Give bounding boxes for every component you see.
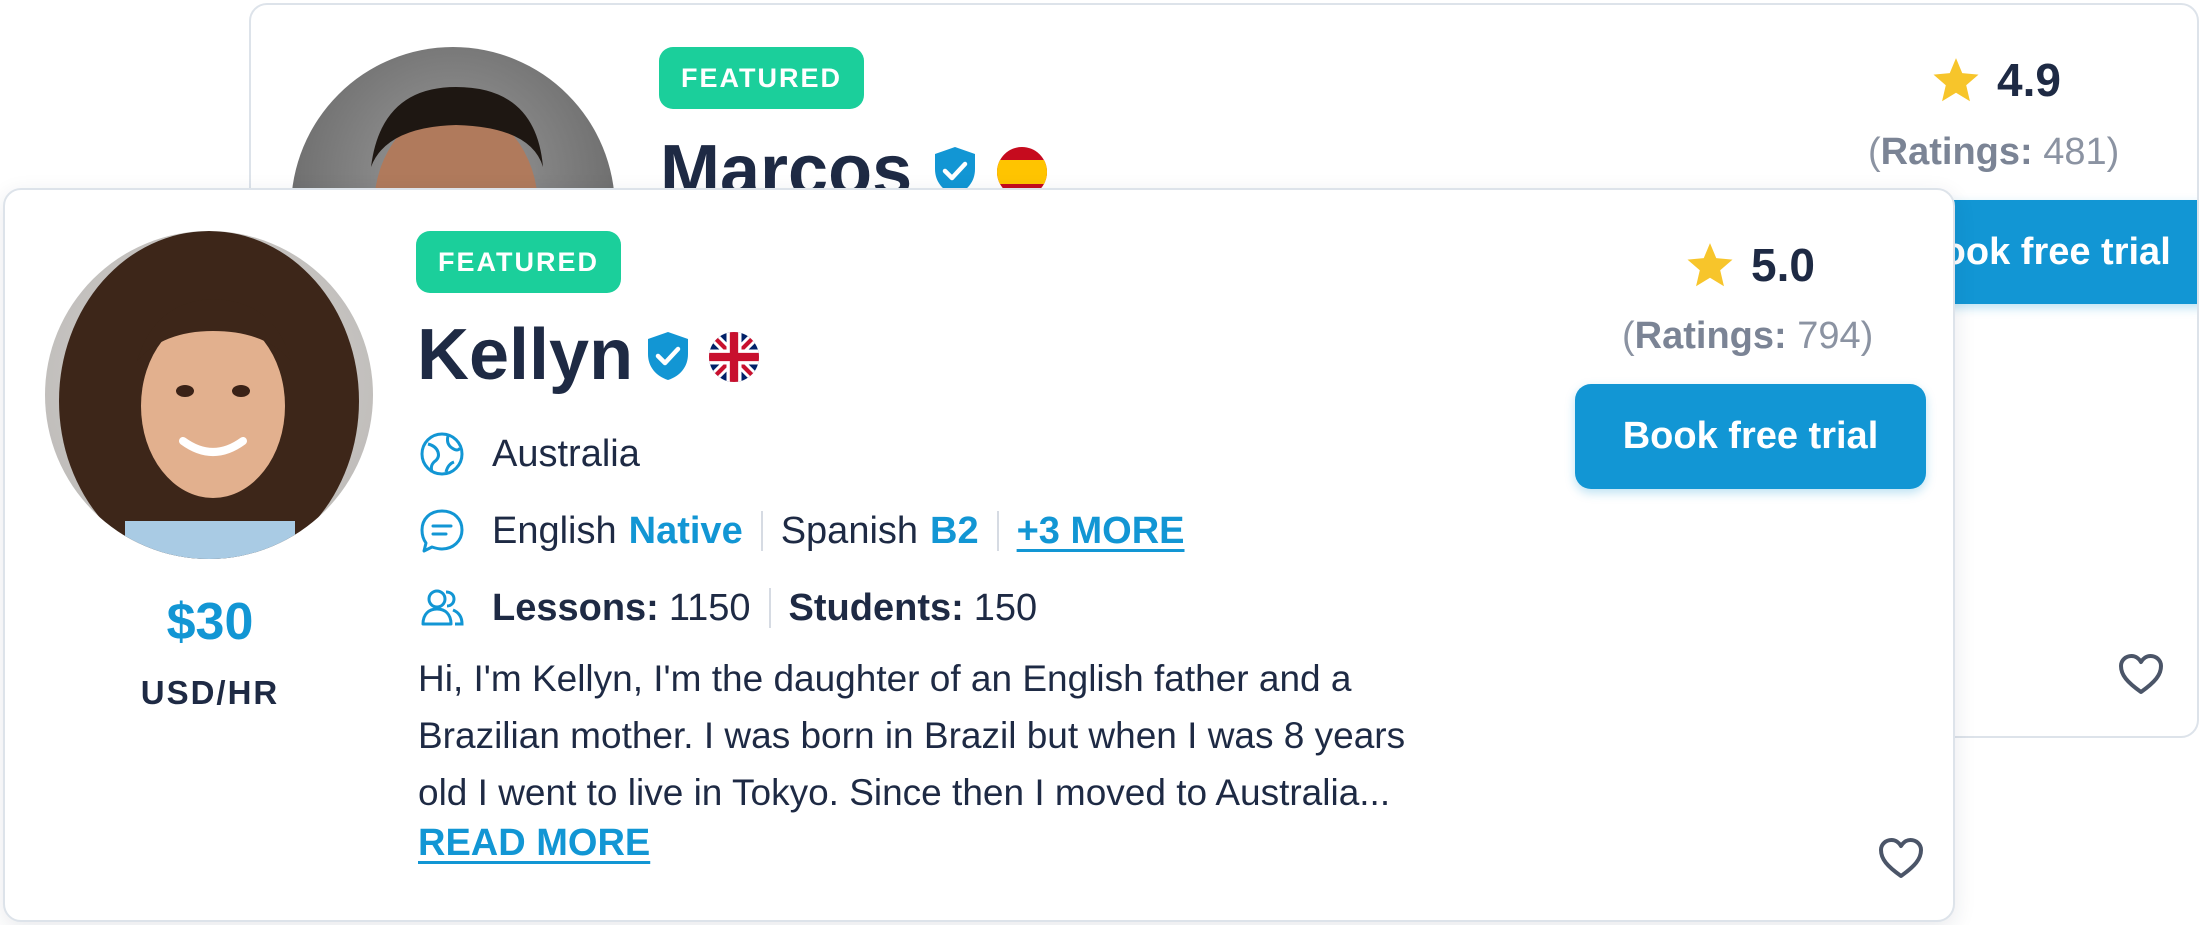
language-name-1: English [492,509,617,552]
ratings-number: 794 [1797,315,1861,357]
ratings-number: 481 [2043,131,2107,173]
students-label: Students: [788,586,964,629]
rating-value: 5.0 [1751,239,1815,291]
lessons-value: 1150 [668,586,751,629]
language-level-2: B2 [930,509,979,552]
lessons-label: Lessons: [492,586,659,629]
rating-value: 4.9 [1997,54,2061,106]
favorite-heart-icon[interactable] [2117,652,2165,696]
star-icon [1687,243,1733,287]
ratings-count: (Ratings: 481) [1868,131,2120,173]
language-name-2: Spanish [780,509,919,552]
tutor-name[interactable]: Kellyn [417,319,633,391]
avatar-kellyn[interactable] [45,231,373,559]
location-row: Australia [418,426,640,482]
stage: FEATURED Marcos 4.9 (Ratings: 481) Book … [0,0,2201,925]
divider [760,511,763,551]
bio-line: old I went to live in Tokyo. Since then … [418,772,1391,813]
star-icon [1933,58,1979,102]
bio-line: Brazilian mother. I was born in Brazil b… [418,715,1406,756]
chat-bubble-icon [418,507,466,555]
verified-icon [648,332,688,380]
bio-line: Hi, I'm Kellyn, I'm the daughter of an E… [418,658,1352,699]
rating: 4.9 [1931,53,2061,107]
tutor-card-kellyn[interactable]: $30 USD/HR FEATURED Kellyn Australia Eng… [3,188,1955,922]
tutor-bio: Hi, I'm Kellyn, I'm the daughter of an E… [418,650,1538,821]
students-value: 150 [973,586,1038,629]
rating: 5.0 [1685,238,1815,292]
language-level-1: Native [628,509,743,552]
divider [996,511,999,551]
location-text: Australia [492,432,640,475]
more-languages-link[interactable]: +3 MORE [1017,510,1185,553]
languages-row: English Native Spanish B2 +3 MORE [418,503,1185,559]
ratings-count: (Ratings: 794) [1622,315,1874,357]
read-more-link[interactable]: READ MORE [418,822,650,865]
ratings-label: Ratings: [1634,315,1787,357]
globe-icon [418,430,466,478]
stats-row: Lessons: 1150 Students: 150 [418,580,1037,636]
price-unit: USD/HR [140,674,280,711]
ratings-label: Ratings: [1880,131,2033,173]
featured-badge: FEATURED [416,231,621,293]
featured-badge: FEATURED [659,47,864,109]
uk-flag-icon [709,332,759,382]
divider [768,588,771,628]
book-free-trial-button[interactable]: Book free trial [1575,384,1926,489]
students-icon [418,584,466,632]
favorite-heart-icon[interactable] [1877,836,1925,880]
hourly-price: $30 [166,593,254,651]
